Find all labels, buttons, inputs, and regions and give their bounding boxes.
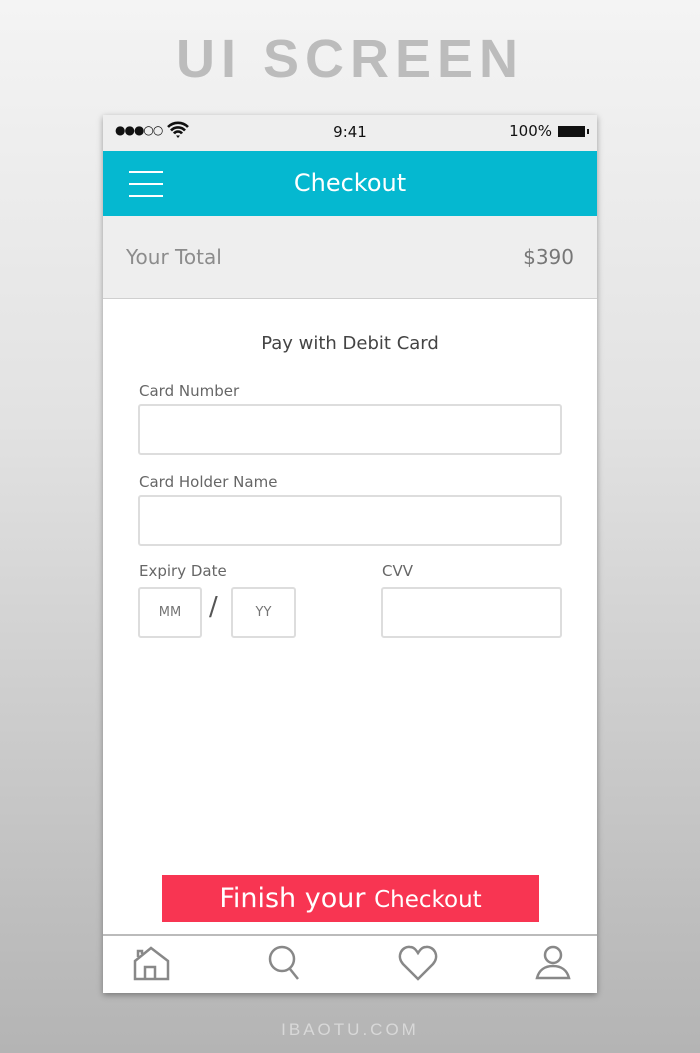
phone-screen: ●●●○○ 9:41 100% Checkout Your Total $390… bbox=[103, 115, 597, 993]
expiry-label: Expiry Date bbox=[139, 562, 227, 580]
user-icon[interactable] bbox=[535, 945, 571, 985]
banner-title: UI SCREEN bbox=[175, 29, 525, 89]
cvv-label: CVV bbox=[382, 562, 413, 580]
card-number-label: Card Number bbox=[139, 382, 240, 400]
card-holder-label: Card Holder Name bbox=[139, 473, 278, 491]
hamburger-menu-icon[interactable] bbox=[129, 171, 163, 197]
payment-form: Pay with Debit Card Card Number Card Hol… bbox=[103, 299, 597, 934]
finish-label: Finish your bbox=[219, 883, 375, 914]
total-label: Your Total bbox=[126, 245, 222, 269]
total-amount: $390 bbox=[523, 245, 574, 269]
status-bar: ●●●○○ 9:41 100% bbox=[103, 115, 597, 151]
card-holder-input[interactable] bbox=[138, 495, 562, 546]
tab-bar bbox=[103, 934, 597, 993]
expiry-separator: / bbox=[209, 592, 218, 622]
expiry-year-input[interactable] bbox=[231, 587, 296, 638]
finish-checkout-button[interactable]: Finish your Checkout bbox=[162, 875, 539, 922]
card-number-input[interactable] bbox=[138, 404, 562, 455]
expiry-month-input[interactable] bbox=[138, 587, 202, 638]
page-title: Checkout bbox=[293, 169, 407, 197]
cvv-input[interactable] bbox=[381, 587, 562, 638]
search-icon[interactable] bbox=[268, 945, 302, 985]
form-heading: Pay with Debit Card bbox=[261, 333, 439, 354]
finish-label-small: Checkout bbox=[374, 887, 482, 913]
total-row: Your Total $390 bbox=[103, 216, 597, 299]
battery-percent: 100% bbox=[509, 122, 552, 140]
footer-brand: IBAOTU.COM bbox=[281, 1020, 419, 1039]
app-header: Checkout bbox=[103, 151, 597, 216]
home-icon[interactable] bbox=[133, 945, 171, 985]
battery-icon bbox=[558, 125, 589, 137]
heart-icon[interactable] bbox=[398, 945, 438, 985]
